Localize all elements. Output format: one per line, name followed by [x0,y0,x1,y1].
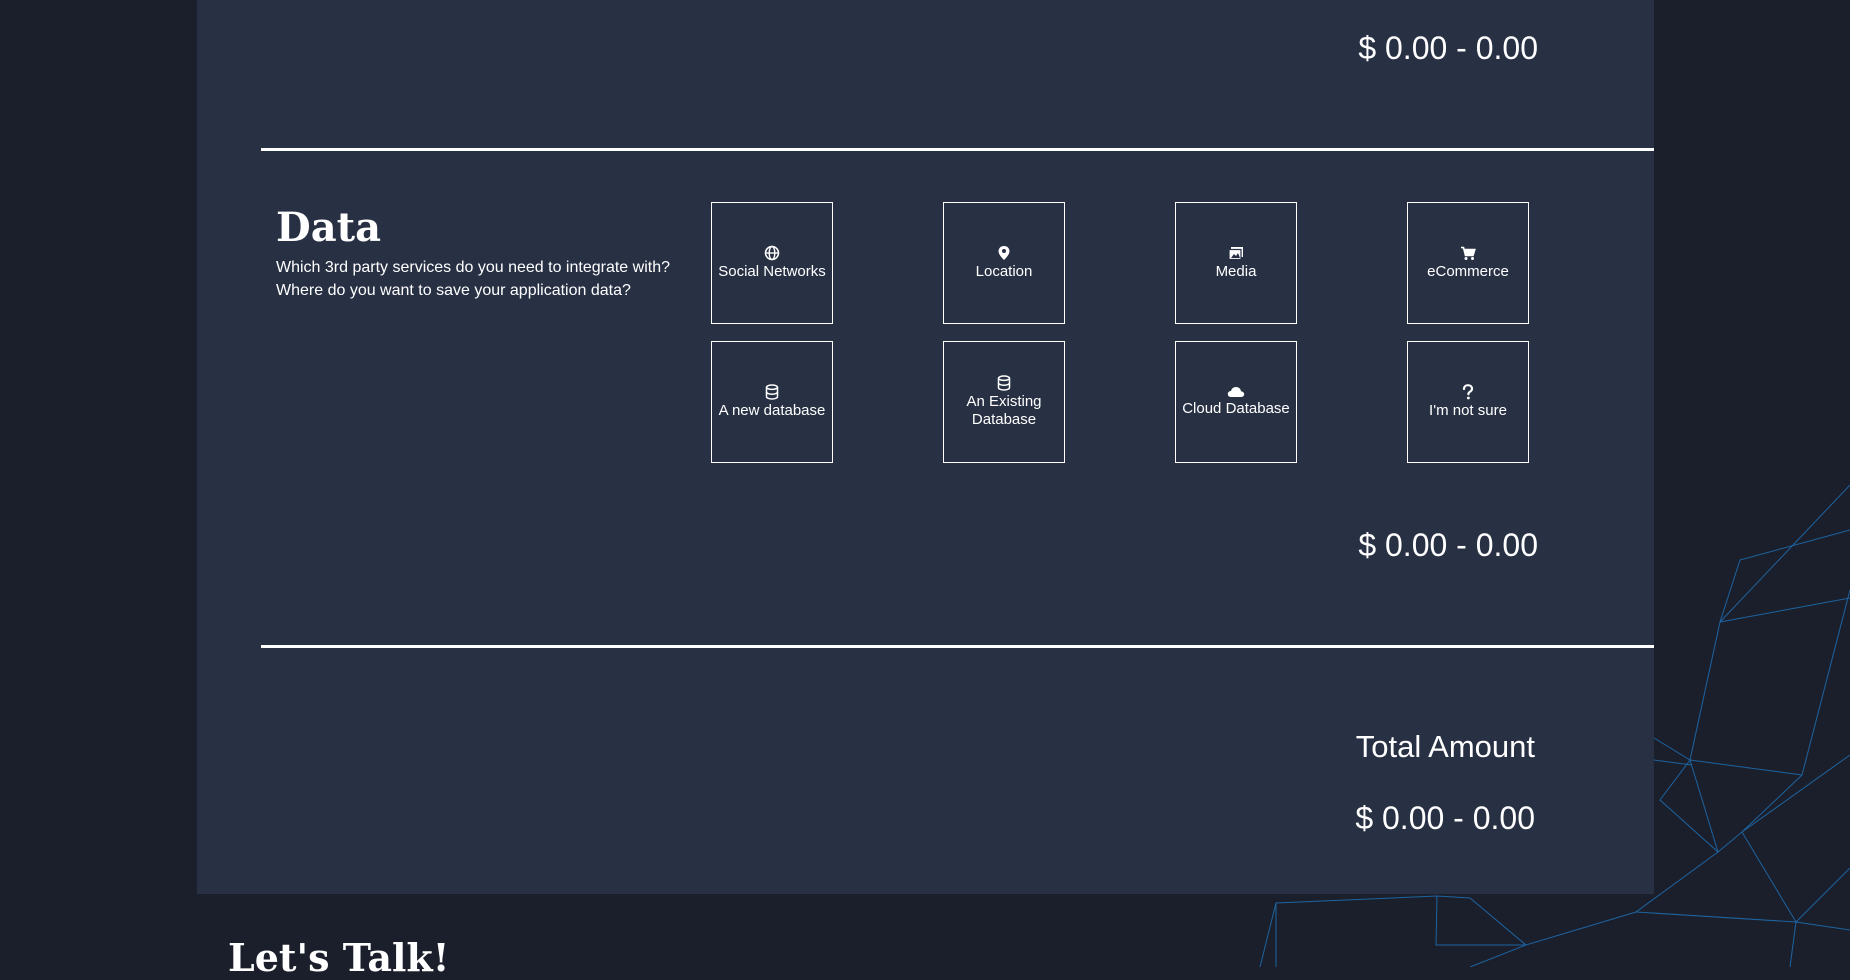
data-section-price: $ 0.00 - 0.00 [1358,527,1538,563]
data-section-title: Data [276,204,381,251]
images-icon [1228,246,1244,261]
option-label: Media [1215,262,1257,280]
question-icon [1462,384,1474,400]
section-divider [261,645,1654,648]
cloud-icon [1227,386,1245,398]
section-divider [261,148,1654,151]
cart-icon [1460,246,1476,261]
option-label: Location [975,263,1033,280]
option-not-sure[interactable]: I'm not sure [1407,341,1529,463]
data-section-description: Which 3rd party services do you need to … [276,256,670,302]
option-label: eCommerce [1427,262,1509,280]
description-line: Where do you want to save your applicati… [276,282,631,299]
option-cloud-database[interactable]: Cloud Database [1175,341,1297,463]
map-pin-icon [997,245,1011,261]
total-amount-label: Total Amount [1355,729,1535,764]
description-line: Which 3rd party services do you need to … [276,259,670,276]
option-media[interactable]: Media [1175,202,1297,324]
option-social-networks[interactable]: Social Networks [711,202,833,324]
lets-talk-heading: Let's Talk! [228,935,450,980]
option-label: A new database [718,402,826,419]
option-label: I'm not sure [1429,402,1507,419]
option-ecommerce[interactable]: eCommerce [1407,202,1529,324]
previous-section-price: $ 0.00 - 0.00 [1358,30,1538,66]
option-label: An Existing Database [966,393,1042,428]
total-amount-value: $ 0.00 - 0.00 [1355,800,1535,836]
estimate-panel: $ 0.00 - 0.00 Data Which 3rd party servi… [197,0,1654,894]
option-location[interactable]: Location [943,202,1065,324]
globe-icon [764,245,780,261]
database-icon [765,384,779,400]
option-new-database[interactable]: A new database [711,341,833,463]
option-label: Cloud Database [1182,400,1290,417]
database-icon [997,375,1011,391]
option-label: Social Networks [718,263,826,280]
option-existing-database[interactable]: An Existing Database [943,341,1065,463]
